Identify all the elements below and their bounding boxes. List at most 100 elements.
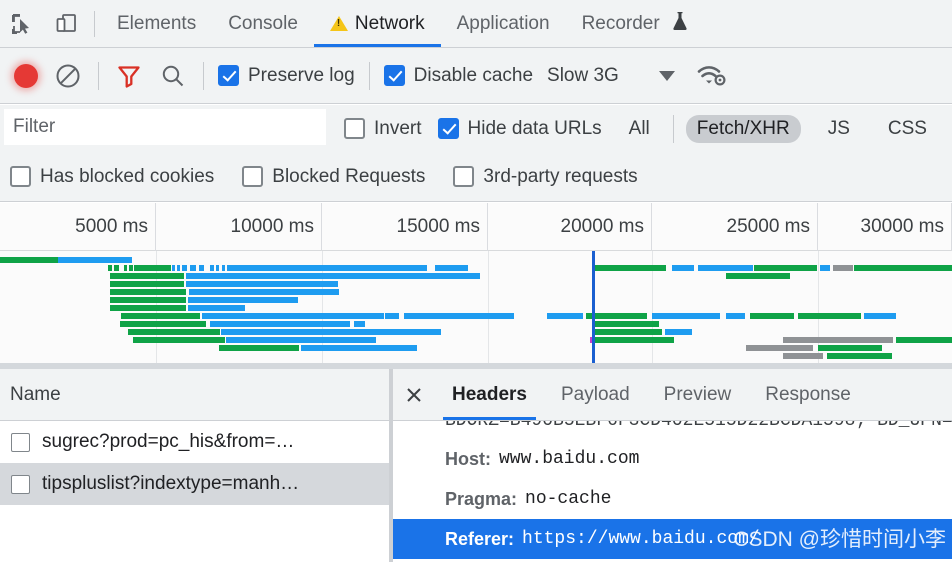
timeline-tick: 30000 ms (818, 203, 952, 251)
tab-response[interactable]: Response (748, 369, 868, 420)
waterfall-bar (435, 265, 468, 271)
table-row[interactable]: sugrec?prod=pc_his&from=… (0, 421, 389, 463)
waterfall-bar (726, 313, 745, 319)
header-line-referer[interactable]: Referer: https://www.baidu.com/ (393, 519, 952, 559)
waterfall-bar (177, 265, 180, 271)
waterfall-bar (586, 313, 647, 319)
waterfall-bar (172, 265, 175, 271)
column-header-name: Name (10, 384, 61, 406)
network-overview-waterfall[interactable] (0, 251, 952, 363)
chevron-down-icon[interactable] (659, 71, 675, 81)
device-toolbar-icon[interactable] (44, 1, 88, 47)
waterfall-bar (202, 313, 384, 319)
throttling-select[interactable]: Slow 3G (547, 65, 619, 87)
waterfall-bar (672, 265, 694, 271)
invert-checkbox-box (344, 118, 365, 139)
invert-checkbox[interactable]: Invert (344, 118, 422, 140)
tab-application[interactable]: Application (441, 0, 566, 47)
filter-type-js[interactable]: JS (817, 115, 861, 143)
waterfall-bar (301, 345, 417, 351)
timeline-playhead[interactable] (592, 251, 595, 363)
waterfall-bar (354, 321, 365, 327)
tab-recorder-label: Recorder (582, 13, 660, 35)
waterfall-bar (186, 281, 338, 287)
waterfall-bar (665, 329, 692, 335)
table-row[interactable]: tipspluslist?indextype=manh… (0, 463, 389, 505)
row-checkbox[interactable] (11, 433, 30, 452)
header-value: www.baidu.com (499, 449, 639, 469)
has-blocked-cookies-label: Has blocked cookies (40, 166, 214, 188)
waterfall-bar (221, 329, 441, 335)
disable-cache-checkbox[interactable]: Disable cache (384, 65, 533, 87)
waterfall-bar (726, 273, 790, 279)
network-conditions-wifi-icon[interactable] (697, 63, 727, 89)
filter-input[interactable] (4, 109, 326, 145)
timeline-ruler[interactable]: 5000 ms10000 ms15000 ms20000 ms25000 ms3… (0, 203, 952, 251)
waterfall-bar (226, 337, 376, 343)
overview-gridline (488, 251, 489, 363)
waterfall-bar (182, 265, 187, 271)
waterfall-bar (222, 265, 225, 271)
waterfall-bar (210, 321, 350, 327)
invert-label: Invert (374, 118, 422, 140)
close-icon[interactable] (393, 369, 435, 420)
tab-payload[interactable]: Payload (544, 369, 647, 420)
hide-data-urls-checkbox[interactable]: Hide data URLs (438, 118, 602, 140)
request-detail-pane: Headers Payload Preview Response BDORZ=B… (393, 369, 952, 562)
waterfall-bar (121, 313, 200, 319)
waterfall-bar (0, 257, 58, 263)
row-checkbox[interactable] (11, 475, 30, 494)
waterfall-bar (189, 289, 339, 295)
waterfall-bar (110, 273, 184, 279)
warning-triangle-icon (330, 16, 348, 31)
tab-network[interactable]: Network (314, 0, 441, 47)
blocked-requests-checkbox[interactable]: Blocked Requests (242, 166, 425, 188)
third-party-requests-checkbox[interactable]: 3rd-party requests (453, 166, 637, 188)
timeline-tick: 25000 ms (652, 203, 818, 251)
tab-console[interactable]: Console (212, 0, 314, 47)
header-value: no-cache (525, 489, 611, 509)
tab-network-label: Network (355, 13, 425, 35)
search-magnifier-icon[interactable] (151, 56, 195, 96)
filter-type-css[interactable]: CSS (877, 115, 938, 143)
waterfall-bar (219, 345, 299, 351)
tab-elements-label: Elements (117, 13, 196, 35)
timeline-tick: 20000 ms (488, 203, 652, 251)
control-divider-3 (369, 62, 370, 90)
headers-content[interactable]: BDORZ=B490B5EBF6F3CD402E515D22BCDA1598; … (393, 421, 952, 562)
request-name: sugrec?prod=pc_his&from=… (42, 431, 294, 453)
waterfall-bar (188, 297, 298, 303)
header-line-host[interactable]: Host: www.baidu.com (393, 439, 952, 479)
waterfall-bar (827, 353, 892, 359)
waterfall-bar (110, 305, 186, 311)
waterfall-bar (190, 265, 196, 271)
waterfall-bar (854, 265, 952, 271)
tab-console-label: Console (228, 13, 298, 35)
filter-funnel-icon[interactable] (107, 56, 151, 96)
header-value: https://www.baidu.com/ (522, 529, 760, 549)
waterfall-bar (120, 321, 206, 327)
waterfall-bar (652, 313, 720, 319)
waterfall-bar (199, 265, 204, 271)
tab-recorder[interactable]: Recorder (566, 0, 705, 47)
has-blocked-cookies-checkbox[interactable]: Has blocked cookies (10, 166, 214, 188)
clear-network-log-icon[interactable] (46, 56, 90, 96)
header-line-pragma[interactable]: Pragma: no-cache (393, 479, 952, 519)
record-stop-icon[interactable] (6, 56, 46, 96)
header-key: Pragma: (445, 489, 517, 510)
waterfall-bar (124, 265, 127, 271)
request-list-header[interactable]: Name (0, 369, 389, 421)
tabbar-divider (94, 11, 95, 37)
tab-elements[interactable]: Elements (101, 0, 212, 47)
waterfall-bar (818, 345, 882, 351)
filter-type-all[interactable]: All (618, 115, 661, 143)
tab-preview[interactable]: Preview (647, 369, 749, 420)
waterfall-bar (404, 313, 514, 319)
header-key: Referer: (445, 529, 514, 550)
tab-headers[interactable]: Headers (435, 369, 544, 420)
inspect-element-icon[interactable] (0, 1, 44, 47)
preserve-log-checkbox[interactable]: Preserve log (218, 65, 355, 87)
network-lower-pane: Name sugrec?prod=pc_his&from=… tipsplusl… (0, 369, 952, 562)
filter-type-fetch-xhr[interactable]: Fetch/XHR (686, 115, 801, 143)
disable-cache-label: Disable cache (414, 65, 533, 87)
